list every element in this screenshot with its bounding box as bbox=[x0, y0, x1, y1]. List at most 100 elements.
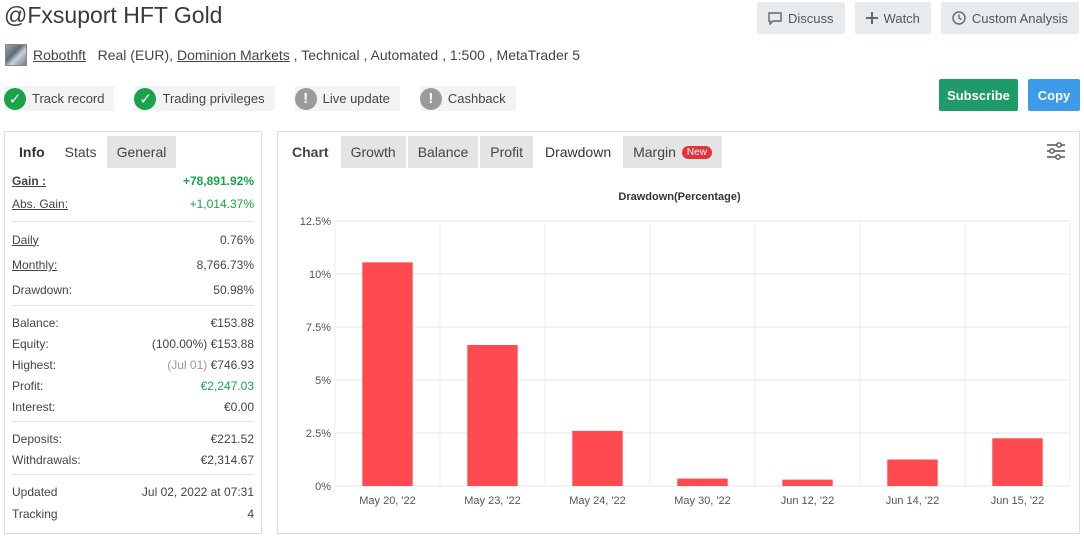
drawdown-chart: 0% 2.5% 5% 7.5% 10% 12.5% May 20, '22 May 23, '… bbox=[300, 216, 1071, 507]
divider bbox=[12, 474, 254, 475]
gain-label[interactable]: Gain : bbox=[12, 174, 46, 188]
highest-label: Highest: bbox=[12, 357, 57, 372]
clock-icon bbox=[952, 11, 966, 25]
deposits-label: Deposits: bbox=[12, 431, 63, 446]
x-tick-label: May 23, '22 bbox=[464, 495, 521, 507]
exclamation-icon: ! bbox=[294, 87, 317, 110]
badge-label: Live update bbox=[322, 91, 390, 106]
tab-growth[interactable]: Growth bbox=[340, 136, 406, 168]
verification-badges: ✓ Track record ✓ Trading privileges ! Li… bbox=[4, 86, 516, 111]
equity-label: Equity: bbox=[12, 336, 49, 351]
chart-tabs: Chart Growth Balance Profit Drawdown Mar… bbox=[278, 132, 1079, 168]
new-badge: New bbox=[681, 145, 712, 159]
check-icon: ✓ bbox=[4, 87, 26, 110]
x-tick-label: Jun 15, '22 bbox=[991, 495, 1044, 507]
tab-general[interactable]: General bbox=[106, 136, 177, 168]
profit-label: Profit: bbox=[12, 378, 44, 393]
daily-label[interactable]: Daily bbox=[12, 233, 39, 247]
y-tick-label: 2.5% bbox=[306, 428, 331, 440]
bar bbox=[887, 459, 938, 486]
badge-label: Track record bbox=[32, 91, 105, 106]
x-tick-label: May 20, '22 bbox=[359, 495, 416, 507]
equity-pct: (100.00%) bbox=[151, 336, 208, 351]
x-tick-label: Jun 14, '22 bbox=[886, 495, 939, 507]
broker-link[interactable]: Dominion Markets bbox=[177, 47, 290, 63]
y-tick-label: 10% bbox=[309, 269, 331, 281]
tab-chart[interactable]: Chart bbox=[282, 136, 339, 168]
stats-panel: Info Stats General Gain : +78,891.92% Abs… bbox=[4, 131, 262, 534]
live-update-badge[interactable]: ! Live update bbox=[294, 86, 400, 111]
tab-balance[interactable]: Balance bbox=[407, 136, 479, 168]
bar bbox=[467, 345, 518, 486]
stats-list: Gain : +78,891.92% Abs. Gain: +1,014.37% D… bbox=[5, 168, 261, 524]
highest-date: (Jul 01) bbox=[167, 357, 208, 372]
settings-sliders-icon[interactable] bbox=[1045, 140, 1067, 162]
withdrawals-value: €2,314.67 bbox=[200, 452, 254, 467]
badge-label: Trading privileges bbox=[162, 91, 265, 106]
tab-stats[interactable]: Stats bbox=[54, 136, 107, 168]
tab-margin[interactable]: Margin New bbox=[623, 136, 722, 168]
chart-panel: Chart Growth Balance Profit Drawdown Mar… bbox=[277, 131, 1080, 534]
trading-privileges-badge[interactable]: ✓ Trading privileges bbox=[134, 86, 275, 111]
copy-button[interactable]: Copy bbox=[1028, 79, 1080, 111]
bar bbox=[677, 478, 728, 486]
drawdown-label: Drawdown: bbox=[12, 283, 73, 297]
daily-value: 0.76% bbox=[219, 232, 254, 247]
tracking-label: Tracking bbox=[12, 506, 58, 521]
drawdown-value: 50.98% bbox=[213, 283, 254, 297]
bar bbox=[782, 479, 833, 486]
track-record-badge[interactable]: ✓ Track record bbox=[4, 86, 115, 111]
account-type bbox=[86, 47, 98, 63]
withdrawals-label: Withdrawals: bbox=[12, 452, 81, 467]
abs-gain-value: +1,014.37% bbox=[189, 197, 254, 211]
tab-profit[interactable]: Profit bbox=[480, 136, 533, 168]
monthly-value: 8,766.73% bbox=[196, 258, 254, 272]
bar bbox=[362, 262, 413, 486]
custom-analysis-button[interactable]: Custom Analysis bbox=[940, 2, 1079, 34]
author-link[interactable]: Robothft bbox=[33, 47, 86, 63]
deposits-value: €221.52 bbox=[210, 431, 254, 446]
badge-label: Cashback bbox=[447, 91, 506, 106]
plus-icon bbox=[865, 12, 878, 24]
profit-value: €2,247.03 bbox=[200, 378, 254, 393]
watch-button[interactable]: Watch bbox=[854, 2, 931, 34]
equity-value: (100.00%) €153.88 bbox=[152, 337, 254, 351]
divider bbox=[12, 221, 254, 222]
updated-value: Jul 02, 2022 at 07:31 bbox=[141, 484, 254, 499]
monthly-label[interactable]: Monthly: bbox=[12, 258, 57, 272]
stats-tabs: Info Stats General bbox=[5, 132, 261, 168]
interest-label: Interest: bbox=[12, 399, 56, 414]
equity-amount: €153.88 bbox=[210, 336, 254, 351]
highest-amount: €746.93 bbox=[210, 357, 254, 372]
highest-value: (Jul 01) €746.93 bbox=[167, 358, 254, 372]
discuss-label: Discuss bbox=[788, 10, 834, 26]
x-tick-label: Jun 12, '22 bbox=[781, 495, 834, 507]
cashback-badge[interactable]: ! Cashback bbox=[419, 86, 516, 111]
y-tick-label: 12.5% bbox=[300, 216, 331, 228]
account-meta: Robothft Real (EUR), Dominion Markets , … bbox=[5, 44, 580, 66]
gain-value: +78,891.92% bbox=[182, 173, 254, 188]
updated-label: Updated bbox=[12, 484, 58, 499]
balance-value: €153.88 bbox=[210, 315, 254, 330]
subscribe-button[interactable]: Subscribe bbox=[939, 79, 1018, 111]
custom-analysis-label: Custom Analysis bbox=[971, 10, 1068, 26]
interest-value: €0.00 bbox=[223, 399, 254, 414]
tracking-value: 4 bbox=[247, 506, 254, 521]
exclamation-icon: ! bbox=[419, 87, 442, 110]
abs-gain-label[interactable]: Abs. Gain: bbox=[12, 197, 68, 211]
x-tick-label: May 24, '22 bbox=[569, 495, 626, 507]
watch-label: Watch bbox=[883, 10, 920, 26]
tab-info[interactable]: Info bbox=[9, 136, 55, 168]
divider bbox=[12, 305, 254, 306]
tab-drawdown[interactable]: Drawdown bbox=[534, 136, 622, 168]
divider bbox=[12, 421, 254, 422]
tab-margin-label: Margin bbox=[633, 144, 676, 160]
y-tick-label: 7.5% bbox=[306, 322, 331, 334]
comment-icon bbox=[768, 11, 782, 25]
header-actions: Discuss Watch Custom Analysis bbox=[757, 2, 1079, 34]
y-tick-label: 5% bbox=[315, 375, 331, 387]
discuss-button[interactable]: Discuss bbox=[757, 2, 845, 34]
account-details: , Technical , Automated , 1:500 , MetaTr… bbox=[289, 47, 581, 63]
x-tick-label: May 30, '22 bbox=[674, 495, 731, 507]
check-icon: ✓ bbox=[134, 87, 157, 110]
